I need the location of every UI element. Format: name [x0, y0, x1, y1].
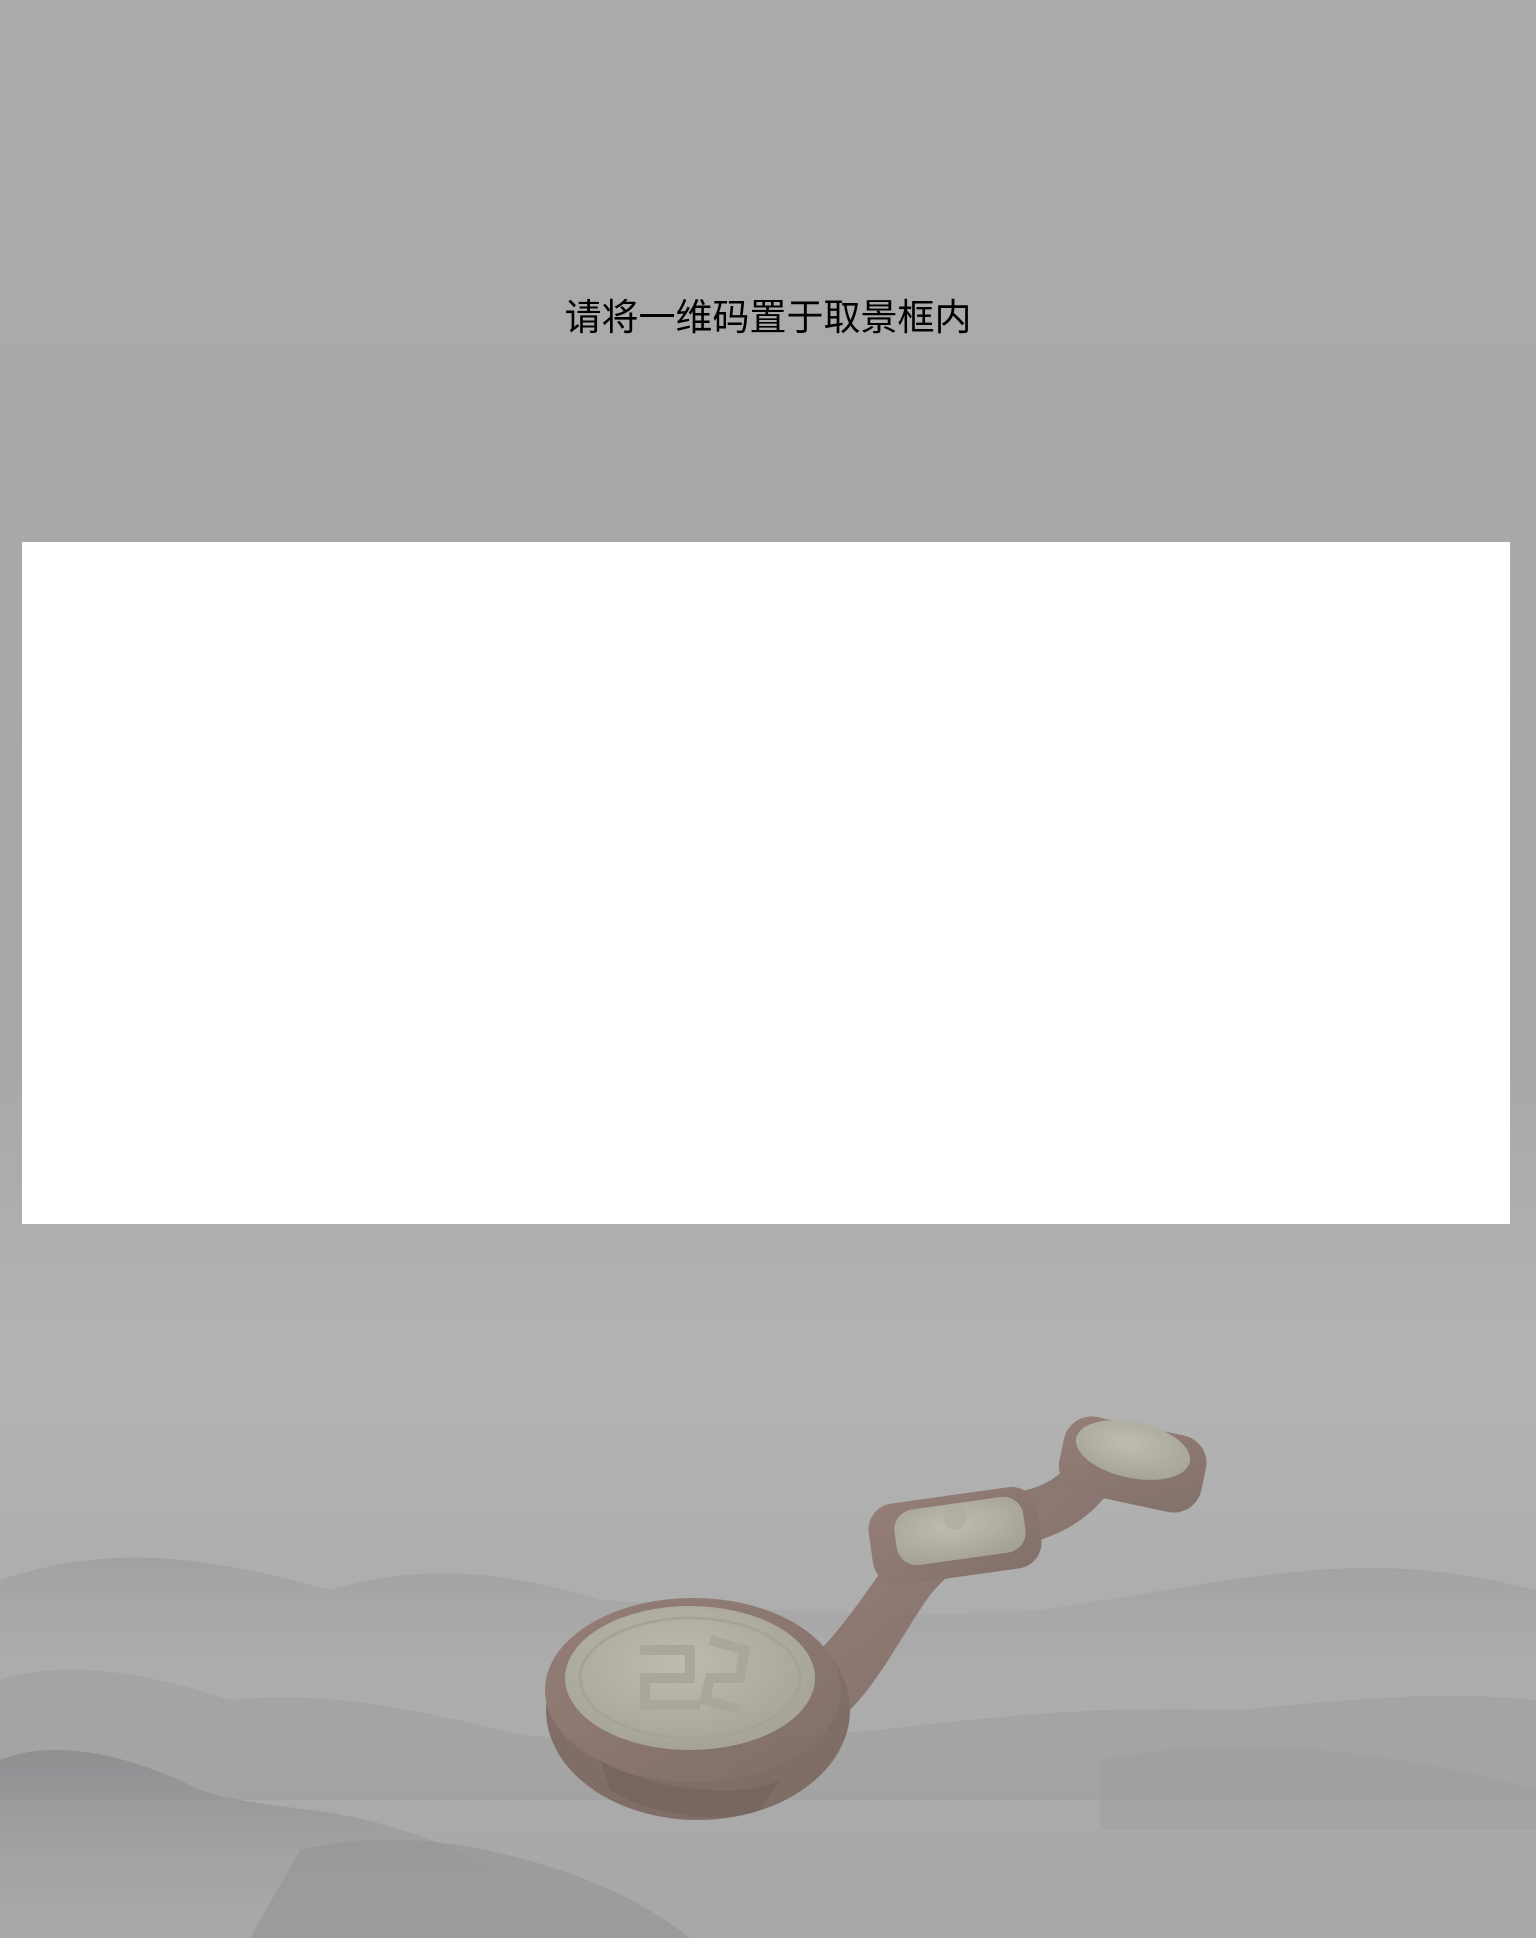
scan-page: 请将一维码置于取景框内	[0, 0, 1536, 1938]
scan-instruction: 请将一维码置于取景框内	[564, 296, 972, 339]
scan-viewfinder[interactable]	[22, 542, 1510, 1224]
